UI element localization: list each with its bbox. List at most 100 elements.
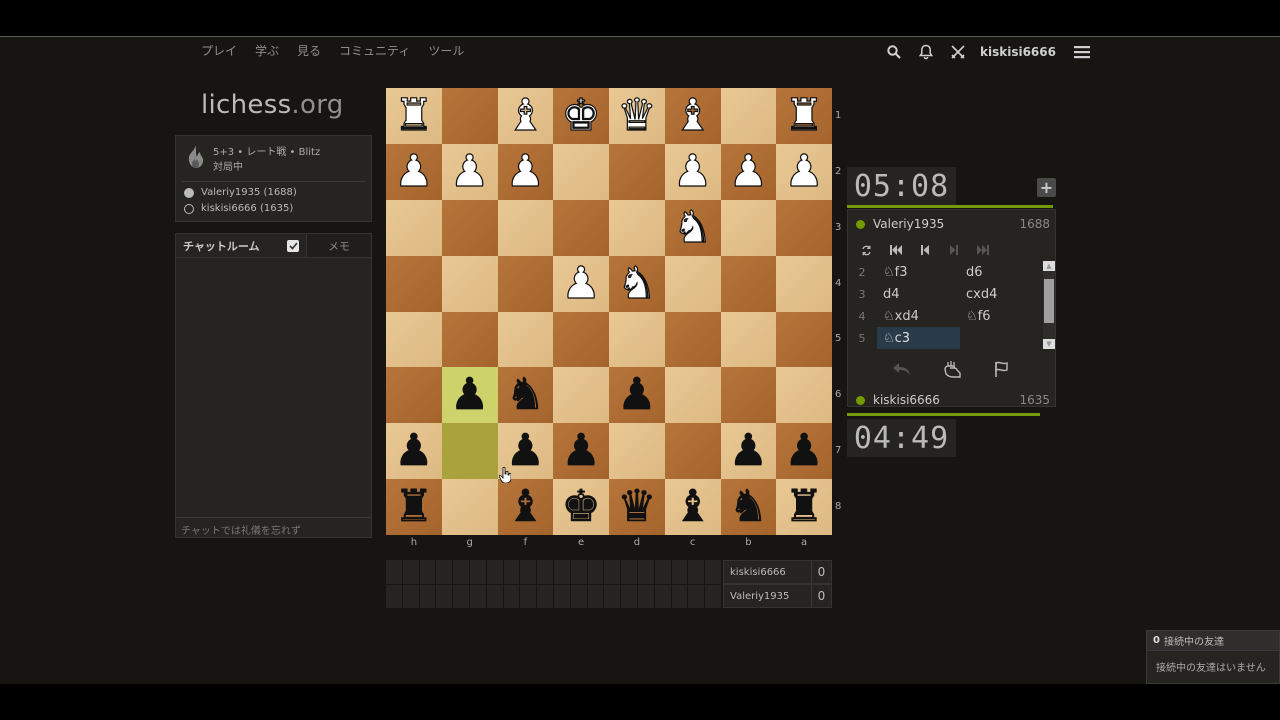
white-bishop-icon[interactable]: ♝ [672, 93, 713, 138]
square-h5[interactable] [386, 311, 442, 368]
square-g7[interactable] [441, 423, 498, 480]
square-b5[interactable] [720, 311, 777, 368]
square-e7[interactable]: ♟ [553, 423, 609, 480]
square-c7[interactable] [664, 423, 721, 480]
bottom-player[interactable]: kiskisi6666 1635 [847, 388, 1056, 412]
black-pawn-icon[interactable]: ♟ [394, 428, 434, 473]
flip-board-icon[interactable] [852, 245, 881, 256]
bell-icon[interactable] [916, 42, 936, 62]
square-e2[interactable] [553, 143, 609, 200]
square-e6[interactable] [553, 367, 609, 424]
nav-learn[interactable]: 学ぶ [255, 42, 279, 59]
square-d4[interactable]: ♞ [609, 255, 665, 312]
black-rook-icon[interactable]: ♜ [784, 484, 824, 529]
black-pawn-icon[interactable]: ♟ [784, 428, 824, 473]
white-pawn-icon[interactable]: ♟ [449, 149, 490, 194]
square-c5[interactable] [664, 311, 721, 368]
square-b1[interactable] [720, 88, 777, 144]
white-pawn-icon[interactable]: ♟ [505, 149, 546, 194]
white-bishop-icon[interactable]: ♝ [505, 93, 546, 138]
black-bishop-icon[interactable]: ♝ [505, 484, 545, 529]
white-pawn-icon[interactable]: ♟ [728, 149, 769, 194]
square-f8[interactable]: ♝ [497, 479, 554, 535]
square-a6[interactable] [776, 367, 832, 424]
square-c6[interactable] [664, 367, 721, 424]
square-b2[interactable]: ♟ [720, 143, 777, 200]
hamburger-icon[interactable] [1072, 42, 1092, 62]
square-a7[interactable]: ♟ [776, 423, 832, 480]
white-pawn-icon[interactable]: ♟ [394, 149, 435, 194]
square-f4[interactable] [497, 255, 554, 312]
square-b4[interactable] [720, 255, 777, 312]
square-b6[interactable] [720, 367, 777, 424]
white-pawn-icon[interactable]: ♟ [672, 149, 713, 194]
black-knight-icon[interactable]: ♞ [505, 373, 545, 418]
black-move[interactable]: ♘f6 [960, 305, 1043, 327]
move-list-scrollbar[interactable]: ▲ ▼ [1043, 261, 1055, 349]
scroll-down-icon[interactable]: ▼ [1043, 339, 1055, 349]
black-move[interactable]: cxd4 [960, 283, 1043, 305]
square-e5[interactable] [553, 311, 609, 368]
square-c3[interactable]: ♞ [664, 199, 721, 256]
search-icon[interactable] [884, 42, 904, 62]
square-d3[interactable] [609, 199, 665, 256]
black-move[interactable]: d6 [960, 261, 1043, 283]
black-move[interactable] [960, 327, 1043, 349]
friends-box[interactable]: 0 接続中の友達 接続中の友達はいません [1146, 630, 1280, 684]
square-c1[interactable]: ♝ [664, 88, 721, 144]
square-g2[interactable]: ♟ [441, 143, 498, 200]
square-a3[interactable] [776, 199, 832, 256]
square-a2[interactable]: ♟ [776, 143, 832, 200]
white-knight-icon[interactable]: ♞ [617, 260, 658, 305]
square-f3[interactable] [497, 199, 554, 256]
scroll-up-icon[interactable]: ▲ [1043, 261, 1055, 271]
square-h2[interactable]: ♟ [386, 143, 442, 200]
white-move[interactable]: ♘xd4 [877, 305, 960, 327]
square-h6[interactable] [386, 367, 442, 424]
square-h1[interactable]: ♜ [386, 88, 442, 144]
square-g3[interactable] [441, 199, 498, 256]
player-black[interactable]: kiskisi6666 (1635) [184, 203, 293, 214]
white-rook-icon[interactable]: ♜ [394, 93, 435, 138]
prev-move-icon[interactable] [910, 245, 939, 255]
chat-toggle-checkbox[interactable] [287, 240, 299, 252]
square-a8[interactable]: ♜ [776, 479, 832, 535]
square-h7[interactable]: ♟ [386, 423, 442, 480]
tab-chat-room[interactable]: チャットルーム [176, 234, 306, 257]
square-e4[interactable]: ♟ [553, 255, 609, 312]
white-move[interactable]: d4 [877, 283, 960, 305]
black-queen-icon[interactable]: ♛ [617, 484, 657, 529]
black-pawn-icon[interactable]: ♟ [505, 428, 545, 473]
tab-notes[interactable]: メモ [306, 234, 371, 257]
black-pawn-icon[interactable]: ♟ [617, 373, 657, 418]
square-f6[interactable]: ♞ [497, 367, 554, 424]
white-knight-icon[interactable]: ♞ [672, 205, 713, 250]
black-knight-icon[interactable]: ♞ [728, 484, 768, 529]
white-pawn-icon[interactable]: ♟ [561, 260, 602, 305]
next-move-icon[interactable] [939, 245, 968, 255]
resign-flag-icon[interactable] [984, 360, 1020, 378]
square-g5[interactable] [441, 311, 498, 368]
user-menu[interactable]: kiskisi6666 [980, 45, 1056, 59]
square-d7[interactable] [609, 423, 665, 480]
takeback-icon[interactable] [884, 361, 920, 377]
player-white[interactable]: Valeriy1935 (1688) [184, 187, 297, 198]
last-move-icon[interactable] [968, 245, 997, 255]
square-d8[interactable]: ♛ [609, 479, 665, 535]
white-move-current[interactable]: ♘c3 [877, 327, 960, 349]
black-bishop-icon[interactable]: ♝ [673, 484, 713, 529]
white-queen-icon[interactable]: ♛ [617, 93, 658, 138]
square-e1[interactable]: ♚ [553, 88, 609, 144]
top-player[interactable]: Valeriy1935 1688 [847, 212, 1056, 236]
nav-play[interactable]: プレイ [201, 42, 237, 59]
first-move-icon[interactable] [881, 245, 910, 255]
square-c2[interactable]: ♟ [664, 143, 721, 200]
add-time-button[interactable]: + [1037, 178, 1056, 197]
black-pawn-icon[interactable]: ♟ [450, 373, 490, 418]
white-rook-icon[interactable]: ♜ [784, 93, 825, 138]
chess-board[interactable]: ♜ ♝ ♚ ♛ ♝ ♜ ♟ ♟ ♟ ♟ ♟ ♟ ♞ ♟ ♞ ♟ ♞ ♟ ♟ ♟ ♟ ♟ ♟ ♜ ♝ ♚ ♛ ♝ ♞ ♜ [386, 88, 832, 535]
square-a5[interactable] [776, 311, 832, 368]
nav-tools[interactable]: ツール [428, 42, 464, 59]
scroll-thumb[interactable] [1044, 279, 1054, 323]
square-a1[interactable]: ♜ [776, 88, 832, 144]
